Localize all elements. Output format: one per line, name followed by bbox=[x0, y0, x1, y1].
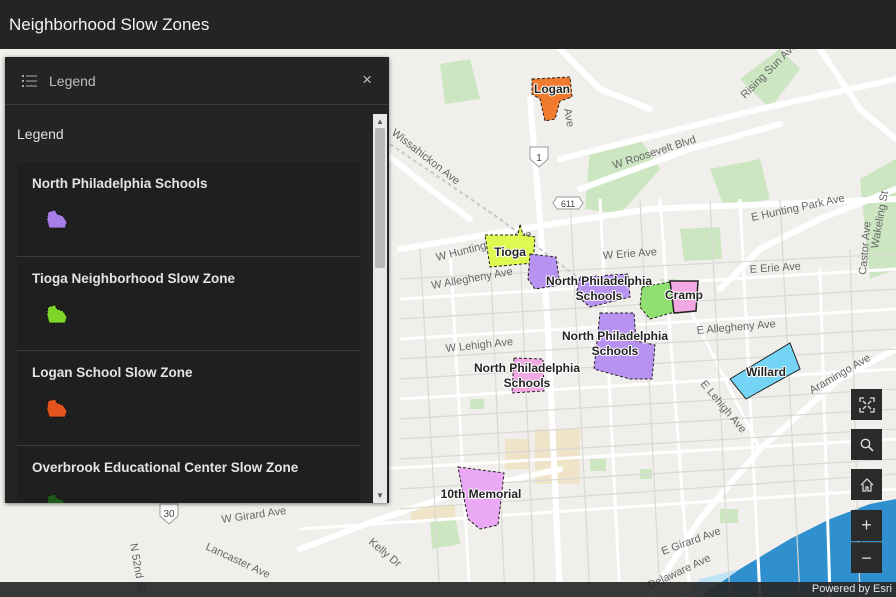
legend-scrollbar[interactable]: ▲ ▼ bbox=[373, 114, 387, 503]
legend-panel: Legend × Legend North Philadelphia Schoo… bbox=[5, 57, 389, 503]
zoom-in-button[interactable]: + bbox=[851, 510, 882, 541]
legend-item: Overbrook Educational Center Slow Zone bbox=[17, 445, 360, 503]
street-label: Kelly Dr bbox=[366, 536, 403, 570]
legend-list: North Philadelphia Schools Tioga Neighbo… bbox=[17, 162, 360, 503]
zone-label: Schools bbox=[592, 344, 639, 358]
legend-body[interactable]: Legend North Philadelphia Schools Tioga … bbox=[5, 114, 389, 503]
app-header: Neighborhood Slow Zones bbox=[0, 0, 896, 49]
legend-item-label: Overbrook Educational Center Slow Zone bbox=[32, 459, 299, 475]
zone-label: Schools bbox=[576, 289, 623, 303]
route-shield-label: 1 bbox=[536, 153, 542, 164]
legend-list-icon bbox=[22, 74, 38, 88]
street-label: E Erie Ave bbox=[749, 260, 801, 276]
legend-swatch-icon bbox=[46, 209, 68, 229]
legend-item-label: North Philadelphia Schools bbox=[32, 176, 208, 191]
zone-label: North Philadelphia bbox=[546, 274, 652, 288]
close-icon[interactable]: × bbox=[362, 70, 372, 90]
route-shield-label: 30 bbox=[163, 509, 175, 520]
fullscreen-button[interactable] bbox=[851, 389, 882, 420]
street-label: W Girard Ave bbox=[221, 505, 287, 526]
legend-swatch-icon bbox=[46, 303, 68, 323]
zone-label: Cramp bbox=[665, 288, 703, 302]
street-label: W Allegheny Ave bbox=[430, 266, 513, 292]
legend-item: Logan School Slow Zone bbox=[17, 351, 360, 446]
search-icon bbox=[860, 438, 874, 452]
legend-item: North Philadelphia Schools bbox=[17, 162, 360, 257]
home-button[interactable] bbox=[851, 469, 882, 500]
major-roads bbox=[297, 49, 896, 597]
zone-label: North Philadelphia bbox=[562, 329, 668, 343]
scrollbar-thumb[interactable] bbox=[375, 128, 385, 268]
zone-label: 10th Memorial bbox=[441, 487, 522, 501]
attribution-bar: Powered by Esri bbox=[0, 582, 896, 597]
legend-swatch-icon bbox=[46, 492, 66, 503]
legend-item-label: Tioga Neighborhood Slow Zone bbox=[32, 270, 235, 286]
legend-header: Legend × bbox=[5, 57, 389, 105]
legend-item: Tioga Neighborhood Slow Zone bbox=[17, 256, 360, 351]
zoom-out-button[interactable]: − bbox=[851, 542, 882, 573]
home-icon bbox=[860, 477, 873, 492]
zone-label: Schools bbox=[504, 376, 551, 390]
zone-label: Tioga bbox=[494, 245, 526, 259]
legend-item-label: Logan School Slow Zone bbox=[32, 365, 193, 380]
street-label: Lancaster Ave bbox=[204, 541, 272, 581]
zone-label: Logan bbox=[534, 82, 570, 96]
zone-label: North Philadelphia bbox=[474, 361, 580, 375]
attribution-text[interactable]: Powered by Esri bbox=[812, 583, 892, 595]
app-title: Neighborhood Slow Zones bbox=[9, 14, 210, 34]
street-label: Wissahickon Ave bbox=[389, 127, 462, 188]
street-label: W Erie Ave bbox=[602, 246, 657, 262]
fullscreen-icon bbox=[858, 396, 875, 413]
app-root: Neighborhood Slow Zones W Roosevelt Blvd… bbox=[0, 0, 896, 597]
legend-swatch-icon bbox=[46, 398, 68, 418]
street-label: Ave bbox=[561, 107, 576, 128]
legend-header-title: Legend bbox=[49, 72, 96, 89]
scroll-down-icon[interactable]: ▼ bbox=[376, 491, 384, 500]
zone-label: Willard bbox=[746, 365, 786, 379]
search-button[interactable] bbox=[851, 429, 882, 460]
route-shield-label: 611 bbox=[561, 199, 575, 209]
scroll-up-icon[interactable]: ▲ bbox=[376, 117, 384, 126]
legend-subtitle: Legend bbox=[17, 126, 64, 142]
